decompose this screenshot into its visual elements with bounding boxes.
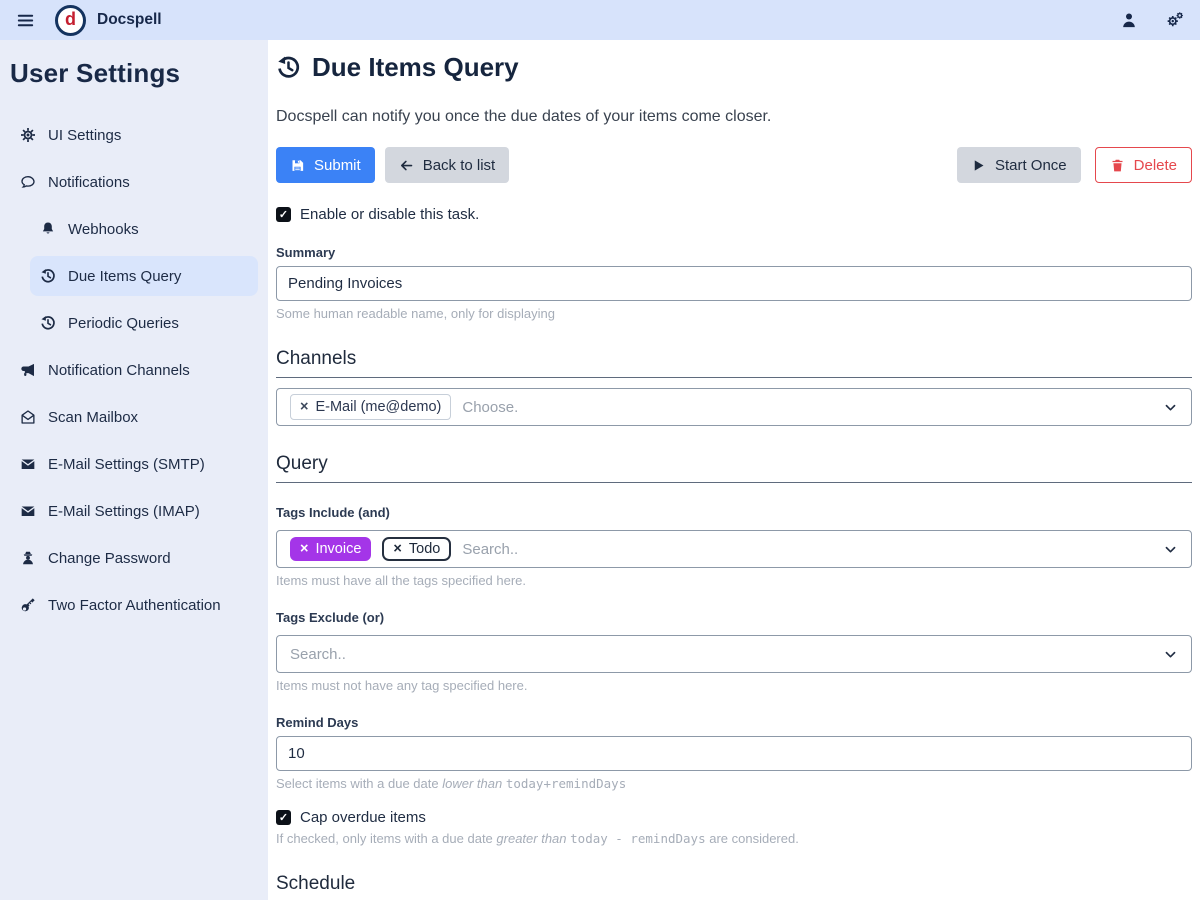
chevron-down-icon [1163,647,1178,662]
user-account-icon[interactable] [1120,11,1138,29]
envelope-open-icon [20,409,36,425]
remind-days-help: Select items with a due date lower than … [276,776,1192,791]
envelope-icon [20,503,36,519]
cap-overdue-help: If checked, only items with a due date g… [276,831,1192,846]
settings-sidebar: User Settings UI Settings Notifications … [0,40,268,900]
bell-icon [40,221,56,237]
key-icon [20,597,36,613]
history-icon [40,268,56,284]
page-title: Due Items Query [276,52,1192,83]
user-secret-icon [20,550,36,566]
tags-include-placeholder: Search.. [462,541,518,558]
channels-multiselect[interactable]: × E-Mail (me@demo) Choose. [276,388,1192,426]
sidebar-item-email-imap[interactable]: E-Mail Settings (IMAP) [10,491,258,531]
sidebar-item-label: Scan Mailbox [48,409,138,426]
history-icon [276,55,301,80]
back-to-list-button[interactable]: Back to list [385,147,510,183]
enable-task-label: Enable or disable this task. [300,206,479,223]
sidebar-item-two-factor-auth[interactable]: Two Factor Authentication [10,585,258,625]
sidebar-item-label: Notification Channels [48,362,190,379]
sidebar-item-email-smtp[interactable]: E-Mail Settings (SMTP) [10,444,258,484]
sidebar-item-label: Notifications [48,174,130,191]
sidebar-item-periodic-queries[interactable]: Periodic Queries [30,303,258,343]
navbar-right [1120,11,1184,29]
sidebar-item-notification-channels[interactable]: Notification Channels [10,350,258,390]
sidebar-item-due-items-query[interactable]: Due Items Query [30,256,258,296]
page-description: Docspell can notify you once the due dat… [276,108,1192,126]
tag-chip-todo[interactable]: × Todo [382,537,451,561]
brand[interactable]: d Docspell [55,5,162,36]
tags-exclude-help: Items must not have any tag specified he… [276,678,1192,693]
arrow-left-icon [399,158,414,173]
main-content: Due Items Query Docspell can notify you … [268,40,1200,900]
gear-icon [20,127,36,143]
sidebar-item-label: Change Password [48,550,171,567]
channels-section-header: Channels [276,348,1192,378]
tags-exclude-label: Tags Exclude (or) [276,610,1192,625]
top-navbar: d Docspell [0,0,1200,40]
schedule-section-header: Schedule [276,873,1192,900]
remind-days-label: Remind Days [276,715,1192,730]
tags-exclude-multiselect[interactable]: Search.. [276,635,1192,673]
sidebar-item-notifications[interactable]: Notifications [10,162,258,202]
enable-task-checkbox[interactable]: ✓ [276,207,291,222]
summary-input[interactable] [276,266,1192,301]
trash-icon [1110,158,1125,173]
hamburger-menu-icon[interactable] [16,11,35,30]
cap-overdue-label: Cap overdue items [300,809,426,826]
save-icon [290,158,305,173]
sidebar-item-label: Two Factor Authentication [48,597,221,614]
chevron-down-icon [1163,400,1178,415]
remove-chip-icon[interactable]: × [300,399,308,415]
toolbar-right: Start Once Delete [957,147,1192,183]
submit-button[interactable]: Submit [276,147,375,183]
sidebar-item-ui-settings[interactable]: UI Settings [10,115,258,155]
channel-chip-email[interactable]: × E-Mail (me@demo) [290,394,451,420]
sidebar-item-label: E-Mail Settings (SMTP) [48,456,205,473]
sidebar-item-label: Due Items Query [68,268,181,285]
play-icon [971,158,986,173]
tags-include-label: Tags Include (and) [276,505,1192,520]
bullhorn-icon [20,362,36,378]
gears-settings-icon[interactable] [1166,11,1184,29]
summary-label: Summary [276,245,1192,260]
tags-exclude-placeholder: Search.. [290,646,346,663]
docspell-logo-icon: d [55,5,86,36]
sidebar-title: User Settings [10,58,258,89]
toolbar: Submit Back to list Start Once Delete [276,147,1192,183]
history-icon [40,315,56,331]
sidebar-item-change-password[interactable]: Change Password [10,538,258,578]
remove-chip-icon[interactable]: × [393,541,401,557]
remind-days-input[interactable] [276,736,1192,771]
docspell-app: d Docspell User Settings UI Settings [0,0,1200,900]
remove-chip-icon[interactable]: × [300,541,308,557]
toolbar-left: Submit Back to list [276,147,509,183]
cap-overdue-checkbox[interactable]: ✓ [276,810,291,825]
comment-icon [20,174,36,190]
channels-placeholder: Choose. [462,399,518,416]
start-once-button[interactable]: Start Once [957,147,1081,183]
sidebar-item-label: UI Settings [48,127,121,144]
tag-chip-invoice[interactable]: × Invoice [290,537,371,561]
sidebar-item-webhooks[interactable]: Webhooks [30,209,258,249]
query-section-header: Query [276,453,1192,483]
sidebar-item-scan-mailbox[interactable]: Scan Mailbox [10,397,258,437]
tags-include-help: Items must have all the tags specified h… [276,573,1192,588]
sidebar-item-label: Periodic Queries [68,315,179,332]
sidebar-item-label: Webhooks [68,221,139,238]
envelope-icon [20,456,36,472]
tags-include-multiselect[interactable]: × Invoice × Todo Search.. [276,530,1192,568]
chevron-down-icon [1163,542,1178,557]
summary-help: Some human readable name, only for displ… [276,306,1192,321]
delete-button[interactable]: Delete [1095,147,1192,183]
cap-overdue-row: ✓ Cap overdue items [276,809,1192,826]
brand-name: Docspell [97,11,162,29]
enable-task-row: ✓ Enable or disable this task. [276,206,1192,223]
sidebar-item-label: E-Mail Settings (IMAP) [48,503,200,520]
